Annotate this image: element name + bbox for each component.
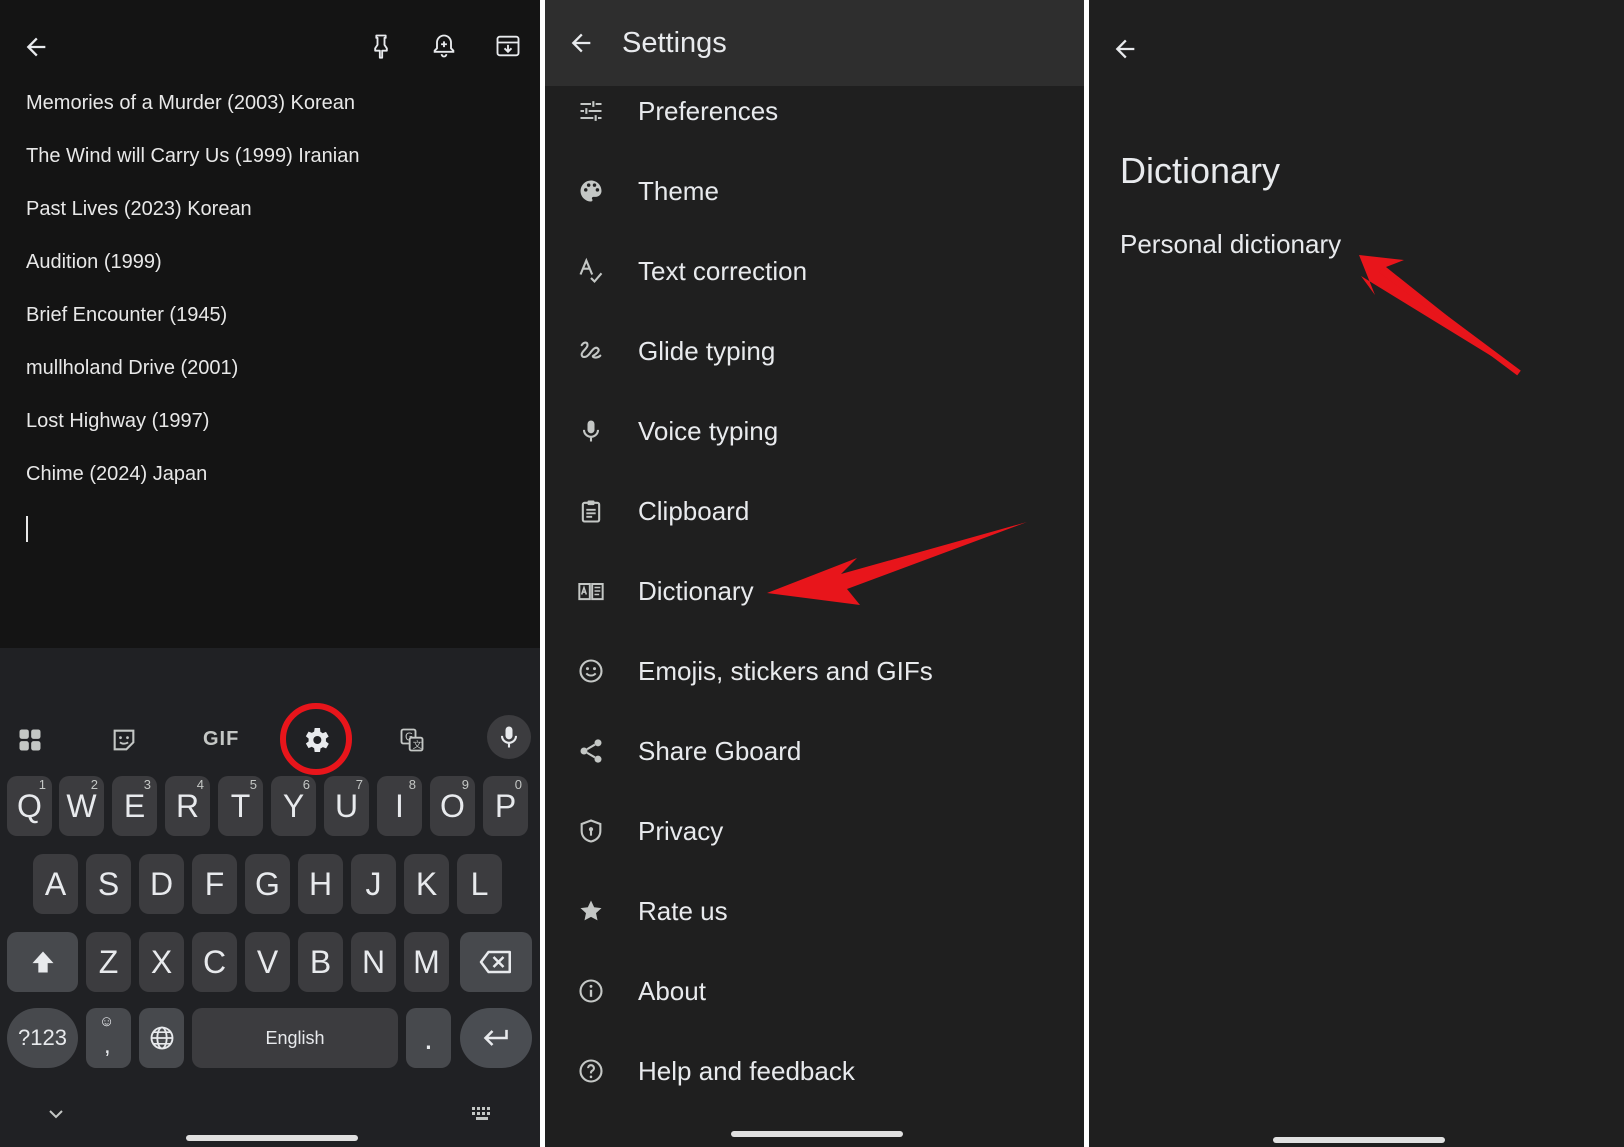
key-z[interactable]: Z [86,932,131,992]
note-line: Audition (1999) [26,251,162,273]
symbols-key[interactable]: ?123 [7,1008,78,1068]
comma-label: , [104,1032,111,1059]
home-indicator[interactable] [731,1131,903,1137]
home-indicator[interactable] [186,1135,358,1141]
key-p[interactable]: P0 [483,776,528,836]
key-y[interactable]: Y6 [271,776,316,836]
archive-icon[interactable] [494,32,522,60]
note-line: mullholand Drive (2001) [26,357,239,379]
language-key[interactable] [139,1008,184,1068]
note-line: Lost Highway (1997) [26,410,210,432]
sticker-icon[interactable] [110,726,138,754]
key-w[interactable]: W2 [59,776,104,836]
key-h[interactable]: H [298,854,343,914]
gif-button[interactable]: GIF [203,728,239,751]
note-line: Memories of a Murder (2003) Korean [26,92,356,114]
translate-icon[interactable]: G文 [398,726,426,754]
note-line: The Wind will Carry Us (1999) Iranian [26,145,360,167]
key-m[interactable]: M [404,932,449,992]
pin-icon[interactable] [367,32,395,60]
key-v[interactable]: V [245,932,290,992]
key-u[interactable]: U7 [324,776,369,836]
mic-icon [495,723,523,751]
note-line: Brief Encounter (1945) [26,304,228,326]
enter-key[interactable] [460,1008,532,1068]
chevron-down-icon[interactable] [44,1104,68,1124]
keyboard-switch-icon[interactable] [470,1105,494,1123]
key-i[interactable]: I8 [377,776,422,836]
period-key[interactable]: . [406,1008,451,1068]
spacebar[interactable]: English [192,1008,398,1068]
key-o[interactable]: O9 [430,776,475,836]
emoji-comma-key[interactable]: ☺ , [86,1008,131,1068]
annotation-arrow [767,522,1027,605]
enter-icon [480,1024,512,1052]
note-line: Chime (2024) Japan [26,463,208,485]
key-l[interactable]: L [457,854,502,914]
key-r[interactable]: R4 [165,776,210,836]
note-editor-panel: Memories of a Murder (2003) Korean The W… [0,0,540,1147]
key-c[interactable]: C [192,932,237,992]
shift-key[interactable] [7,932,78,992]
text-cursor [26,516,28,542]
svg-text:文: 文 [413,739,422,751]
dictionary-panel: Dictionary Personal dictionary [1089,0,1624,1147]
key-g[interactable]: G [245,854,290,914]
key-b[interactable]: B [298,932,343,992]
backspace-icon [478,947,514,977]
highlight-circle [280,703,352,775]
key-t[interactable]: T5 [218,776,263,836]
annotation-arrow [1359,255,1521,376]
reminder-bell-icon[interactable] [430,32,458,60]
key-d[interactable]: D [139,854,184,914]
key-k[interactable]: K [404,854,449,914]
home-indicator[interactable] [1273,1137,1445,1143]
key-n[interactable]: N [351,932,396,992]
backspace-key[interactable] [460,932,532,992]
key-a[interactable]: A [33,854,78,914]
gboard-keyboard: GIF G文 Q1 W2 E3 R4 T5 Y6 U7 I8 O9 P0 A S… [0,648,540,1147]
shift-icon [28,948,58,976]
key-e[interactable]: E3 [112,776,157,836]
key-j[interactable]: J [351,854,396,914]
key-q[interactable]: Q1 [7,776,52,836]
apps-grid-icon[interactable] [16,726,44,754]
note-line: Past Lives (2023) Korean [26,198,252,220]
globe-icon [148,1024,176,1052]
key-f[interactable]: F [192,854,237,914]
mic-button[interactable] [487,715,531,759]
back-arrow-icon[interactable] [22,33,50,61]
settings-panel: Settings Preferences Theme Text correcti… [545,0,1084,1147]
key-s[interactable]: S [86,854,131,914]
key-x[interactable]: X [139,932,184,992]
